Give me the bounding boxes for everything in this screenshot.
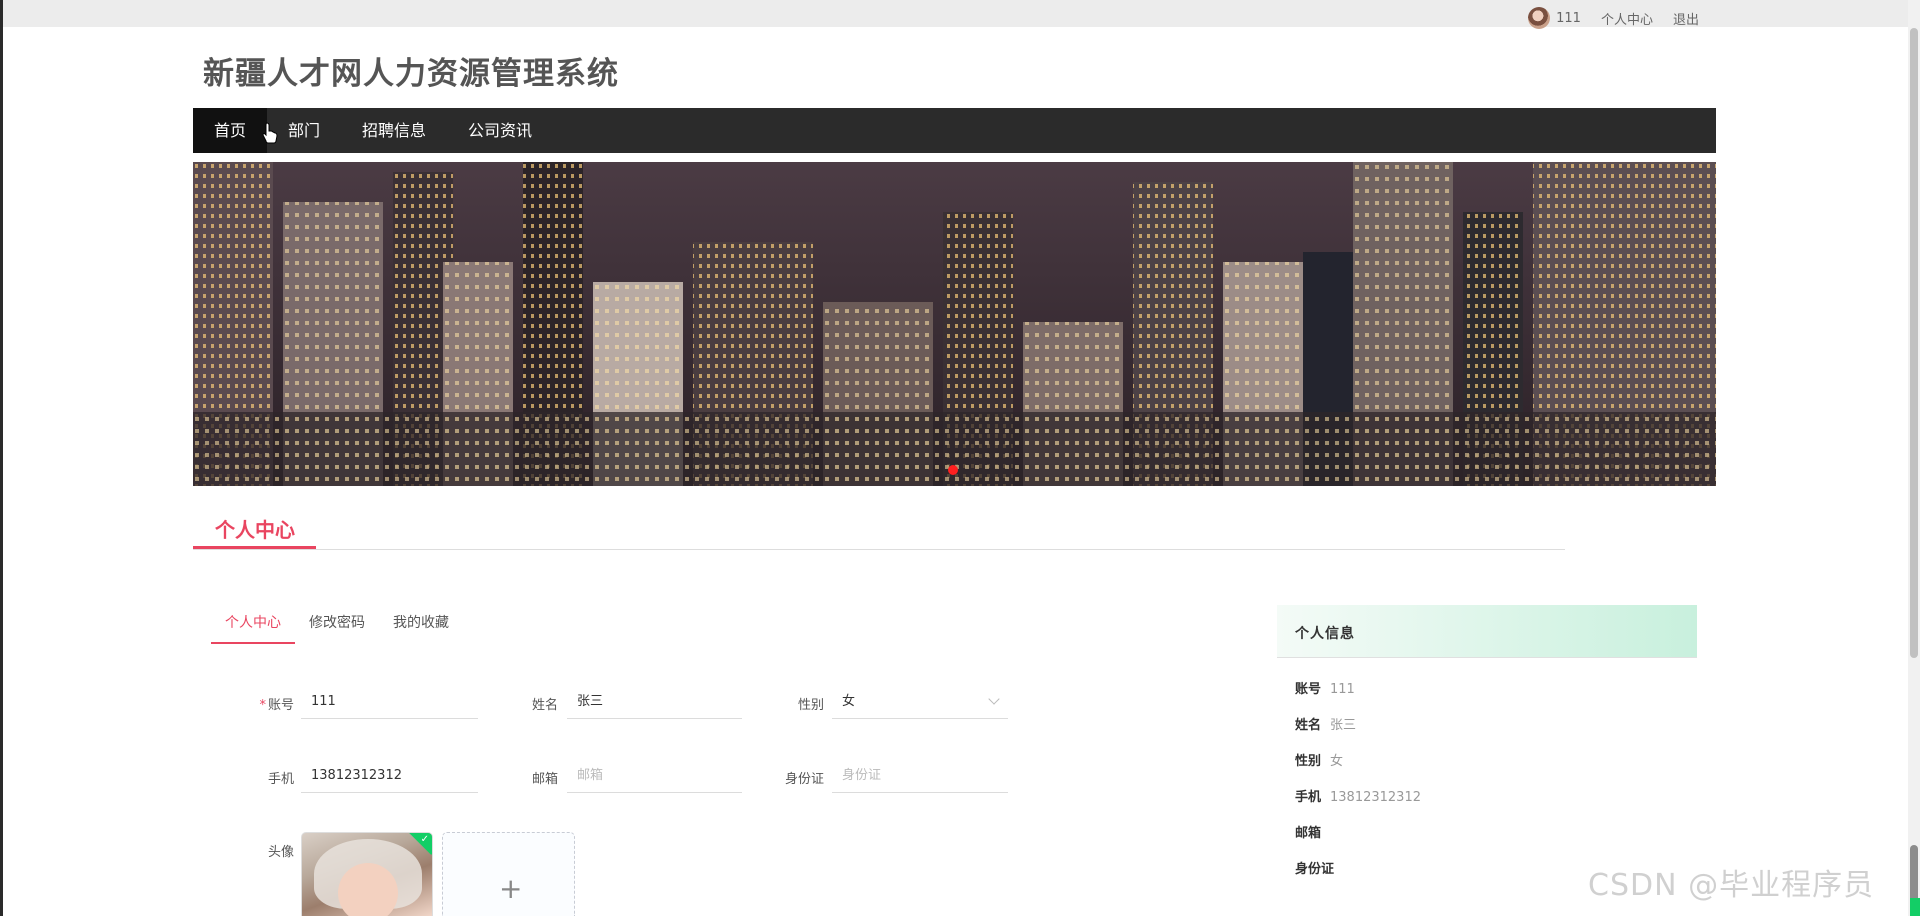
info-value: 111 xyxy=(1330,682,1355,697)
id-card-field[interactable]: 身份证 xyxy=(832,759,1008,793)
site-title: 新疆人才网人力资源管理系统 xyxy=(203,56,619,92)
info-key: 性别 xyxy=(1295,754,1322,769)
info-value: 张三 xyxy=(1330,718,1357,733)
nav-department[interactable]: 部门 xyxy=(267,108,341,153)
info-value: 13812312312 xyxy=(1330,790,1421,805)
section-title: 个人中心 xyxy=(215,518,295,542)
personal-info-header: 个人信息 xyxy=(1277,605,1697,658)
account-label: * 账号 xyxy=(240,694,294,713)
plus-icon: + xyxy=(499,872,523,905)
info-row-name: 姓名 张三 xyxy=(1295,714,1356,733)
user-avatar[interactable] xyxy=(1528,7,1551,29)
info-row-email: 邮箱 xyxy=(1295,822,1330,841)
gender-value: 女 xyxy=(842,694,856,709)
personal-info-title: 个人信息 xyxy=(1295,626,1355,642)
info-key: 邮箱 xyxy=(1295,826,1322,841)
scroll-indicator xyxy=(1910,898,1920,916)
tab-profile[interactable]: 个人中心 xyxy=(211,612,295,644)
scrollbar-thumb[interactable] xyxy=(1910,28,1918,658)
csdn-watermark: CSDN @毕业程序员 xyxy=(1588,868,1875,903)
hand-pointer-icon xyxy=(262,122,278,144)
info-key: 身份证 xyxy=(1295,862,1335,877)
user-name: 111 xyxy=(1556,10,1581,26)
check-icon: ✓ xyxy=(420,834,429,845)
nav-home[interactable]: 首页 xyxy=(193,108,268,153)
nav-company-news[interactable]: 公司资讯 xyxy=(447,108,553,153)
personal-center-link[interactable]: 个人中心 xyxy=(1601,9,1653,28)
gender-select[interactable]: 女 xyxy=(832,685,1008,719)
phone-field[interactable]: 13812312312 xyxy=(301,759,478,793)
avatar-face-shape xyxy=(338,863,398,916)
info-key: 姓名 xyxy=(1295,718,1322,733)
chevron-down-icon xyxy=(988,693,1000,705)
tab-my-favorites[interactable]: 我的收藏 xyxy=(379,612,463,644)
email-field[interactable]: 邮箱 xyxy=(567,759,742,793)
top-user-area: 111 个人中心 退出 xyxy=(1528,7,1699,29)
info-key: 账号 xyxy=(1295,682,1322,697)
info-row-phone: 手机 13812312312 xyxy=(1295,786,1421,805)
gender-label: 性别 xyxy=(797,698,824,713)
section-divider xyxy=(193,549,1565,550)
window-edge xyxy=(0,0,3,916)
city-banner-image xyxy=(193,162,1716,486)
phone-label: 手机 xyxy=(267,772,294,787)
nav-recruitment[interactable]: 招聘信息 xyxy=(341,108,447,153)
info-value: 女 xyxy=(1330,754,1344,769)
name-field[interactable]: 张三 xyxy=(567,685,742,719)
name-label: 姓名 xyxy=(531,698,558,713)
city-skyline-graphic xyxy=(193,162,1716,486)
account-field[interactable]: 111 xyxy=(301,685,478,719)
uploaded-avatar-image[interactable]: ✓ xyxy=(301,832,433,916)
avatar-label: 头像 xyxy=(267,845,294,860)
info-row-id-card: 身份证 xyxy=(1295,858,1343,877)
account-label-text: 账号 xyxy=(267,698,294,713)
required-mark: * xyxy=(259,698,266,713)
info-row-gender: 性别女 xyxy=(1295,750,1343,769)
id-card-label: 身份证 xyxy=(784,772,824,787)
page-scrollbar[interactable] xyxy=(1908,0,1920,916)
add-avatar-button[interactable]: + xyxy=(442,832,575,916)
logout-link[interactable]: 退出 xyxy=(1673,9,1699,28)
profile-tabs: 个人中心 修改密码 我的收藏 xyxy=(211,612,463,644)
info-key: 手机 xyxy=(1295,790,1322,805)
email-label: 邮箱 xyxy=(531,772,558,787)
main-nav: 首页 部门 招聘信息 公司资讯 xyxy=(193,108,1716,153)
info-row-account: 账号 111 xyxy=(1295,678,1355,697)
scrollbar-thumb-secondary[interactable] xyxy=(1910,845,1918,905)
tab-change-password[interactable]: 修改密码 xyxy=(295,612,379,644)
